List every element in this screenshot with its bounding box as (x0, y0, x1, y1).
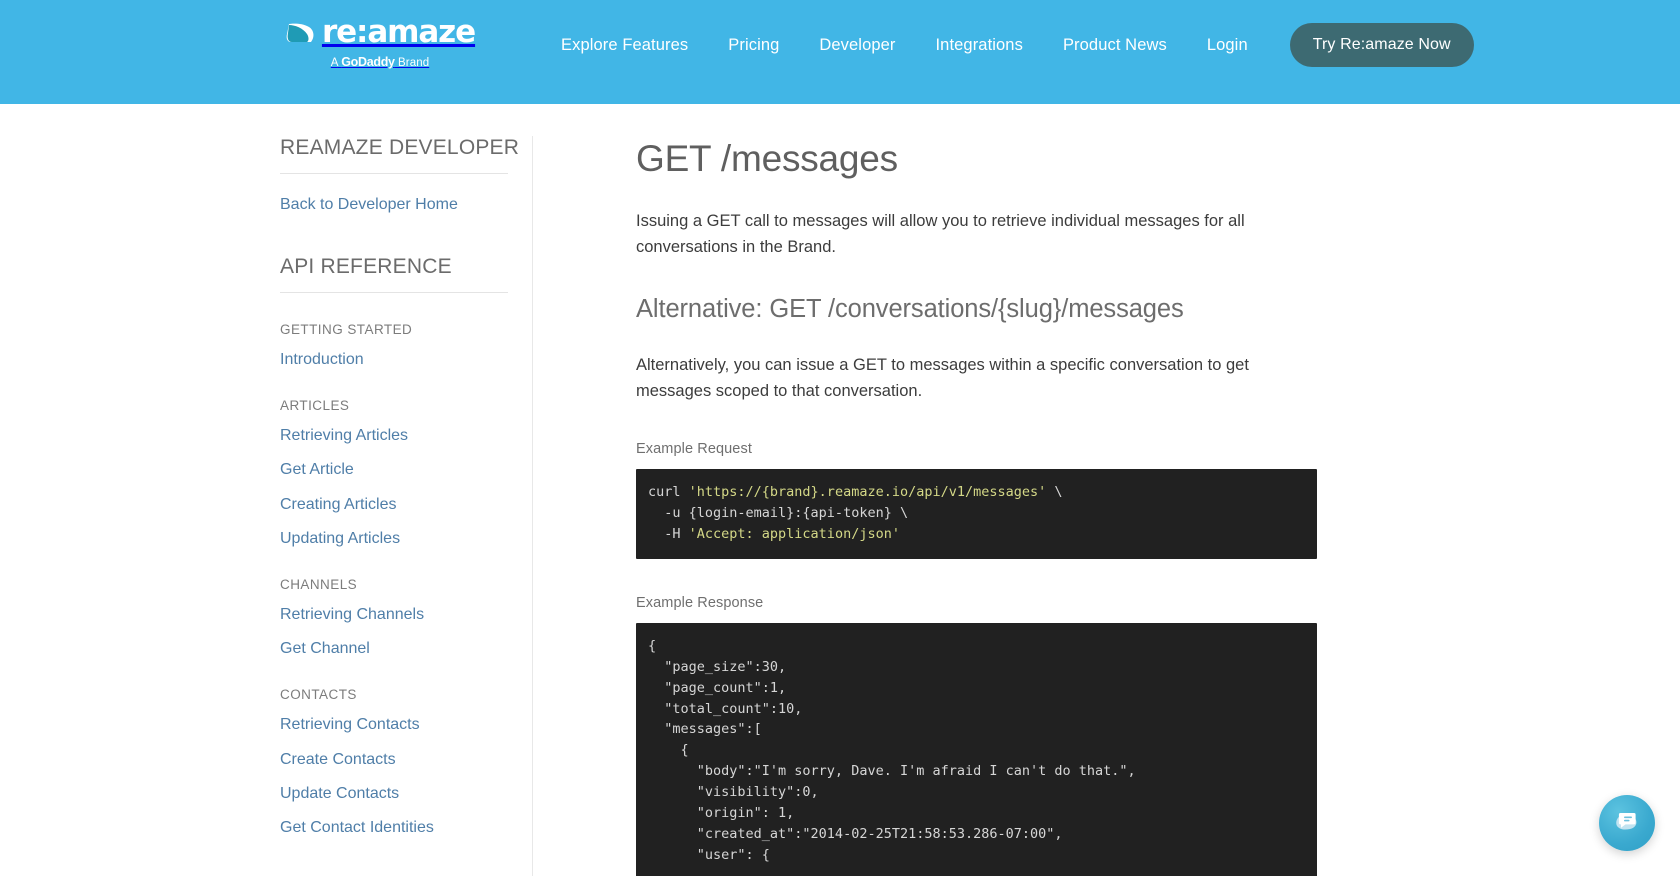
reamaze-leaf-icon (285, 18, 317, 48)
sidebar-api-reference-title: API REFERENCE (280, 255, 508, 293)
sidebar-group-channels: CHANNELS Retrieving Channels Get Channel (280, 577, 508, 658)
example-response-label: Example Response (636, 594, 764, 611)
page-root: re:amaze A GoDaddy Brand Explore Feature… (0, 0, 1680, 876)
page-body: REAMAZE DEVELOPER Back to Developer Home… (0, 104, 1680, 876)
brand-wordmark: re:amaze (321, 14, 476, 50)
sidebar-item-creating-articles[interactable]: Creating Articles (280, 495, 508, 514)
brand-subline: A GoDaddy Brand (331, 55, 429, 69)
sidebar-item-back-to-developer-home[interactable]: Back to Developer Home (280, 196, 508, 214)
sidebar-group-articles: ARTICLES Retrieving Articles Get Article… (280, 398, 508, 548)
chat-widget-button[interactable] (1599, 795, 1655, 851)
sidebar-item-create-contacts[interactable]: Create Contacts (280, 750, 508, 769)
docs-sidebar: REAMAZE DEVELOPER Back to Developer Home… (280, 136, 533, 876)
nav-item-product-news[interactable]: Product News (1043, 30, 1187, 61)
alternative-paragraph: Alternatively, you can issue a GET to me… (636, 355, 1249, 401)
sidebar-group-label-channels: CHANNELS (280, 576, 358, 592)
page-title: GET /messages (636, 138, 898, 179)
example-response-code[interactable]: { "page_size":30, "page_count":1, "total… (636, 622, 1317, 876)
code-request-url: 'https://{brand}.reamaze.io/api/v1/messa… (688, 484, 1047, 501)
docs-content: GET /messages Issuing a GET call to mess… (636, 136, 1317, 876)
nav-item-explore-features[interactable]: Explore Features (541, 30, 708, 61)
example-request-label: Example Request (636, 441, 752, 458)
sidebar-item-retrieving-channels[interactable]: Retrieving Channels (280, 605, 508, 624)
sidebar-item-updating-articles[interactable]: Updating Articles (280, 529, 508, 548)
intro-paragraph: Issuing a GET call to messages will allo… (636, 211, 1245, 257)
sidebar-group-getting-started: GETTING STARTED Introduction (280, 322, 508, 369)
brand-logo-row: re:amaze (285, 14, 476, 50)
sidebar-item-update-contacts[interactable]: Update Contacts (280, 784, 508, 803)
code-curl-command: curl (648, 484, 689, 501)
sidebar-group-contacts: CONTACTS Retrieving Contacts Create Cont… (280, 687, 508, 837)
sidebar-item-retrieving-articles[interactable]: Retrieving Articles (280, 426, 508, 445)
godaddy-wordmark: GoDaddy (341, 55, 395, 69)
brand-logo[interactable]: re:amaze A GoDaddy Brand (286, 17, 476, 69)
brand-subline-suffix: Brand (398, 57, 430, 69)
chat-bubble-icon (1612, 806, 1642, 841)
sidebar-title: REAMAZE DEVELOPER (280, 136, 519, 174)
try-reamaze-now-button[interactable]: Try Re:amaze Now (1289, 23, 1474, 67)
sidebar-item-retrieving-contacts[interactable]: Retrieving Contacts (280, 715, 508, 734)
alternative-heading: Alternative: GET /conversations/{slug}/m… (636, 294, 1184, 323)
header-inner: re:amaze A GoDaddy Brand Explore Feature… (0, 0, 1680, 90)
sidebar-group-label-articles: ARTICLES (280, 398, 350, 414)
sidebar-group-label-getting-started: GETTING STARTED (280, 322, 413, 337)
nav-item-login[interactable]: Login (1187, 30, 1268, 61)
sidebar-item-get-channel[interactable]: Get Channel (280, 639, 508, 658)
brand-subline-prefix: A (330, 57, 338, 69)
sidebar-group-label-contacts: CONTACTS (280, 687, 357, 703)
sidebar-item-get-article[interactable]: Get Article (280, 460, 508, 479)
code-accept-header: 'Accept: application/json' (688, 525, 900, 542)
nav-item-pricing[interactable]: Pricing (708, 30, 799, 61)
site-header: re:amaze A GoDaddy Brand Explore Feature… (0, 0, 1680, 104)
nav-item-developer[interactable]: Developer (799, 30, 915, 61)
example-request-code[interactable]: curl 'https://{brand}.reamaze.io/api/v1/… (636, 469, 1317, 559)
nav-item-integrations[interactable]: Integrations (916, 30, 1043, 61)
sidebar-item-get-contact-identities[interactable]: Get Contact Identities (280, 818, 508, 837)
main-navigation: Explore Features Pricing Developer Integ… (541, 23, 1474, 67)
sidebar-item-introduction[interactable]: Introduction (280, 350, 508, 369)
